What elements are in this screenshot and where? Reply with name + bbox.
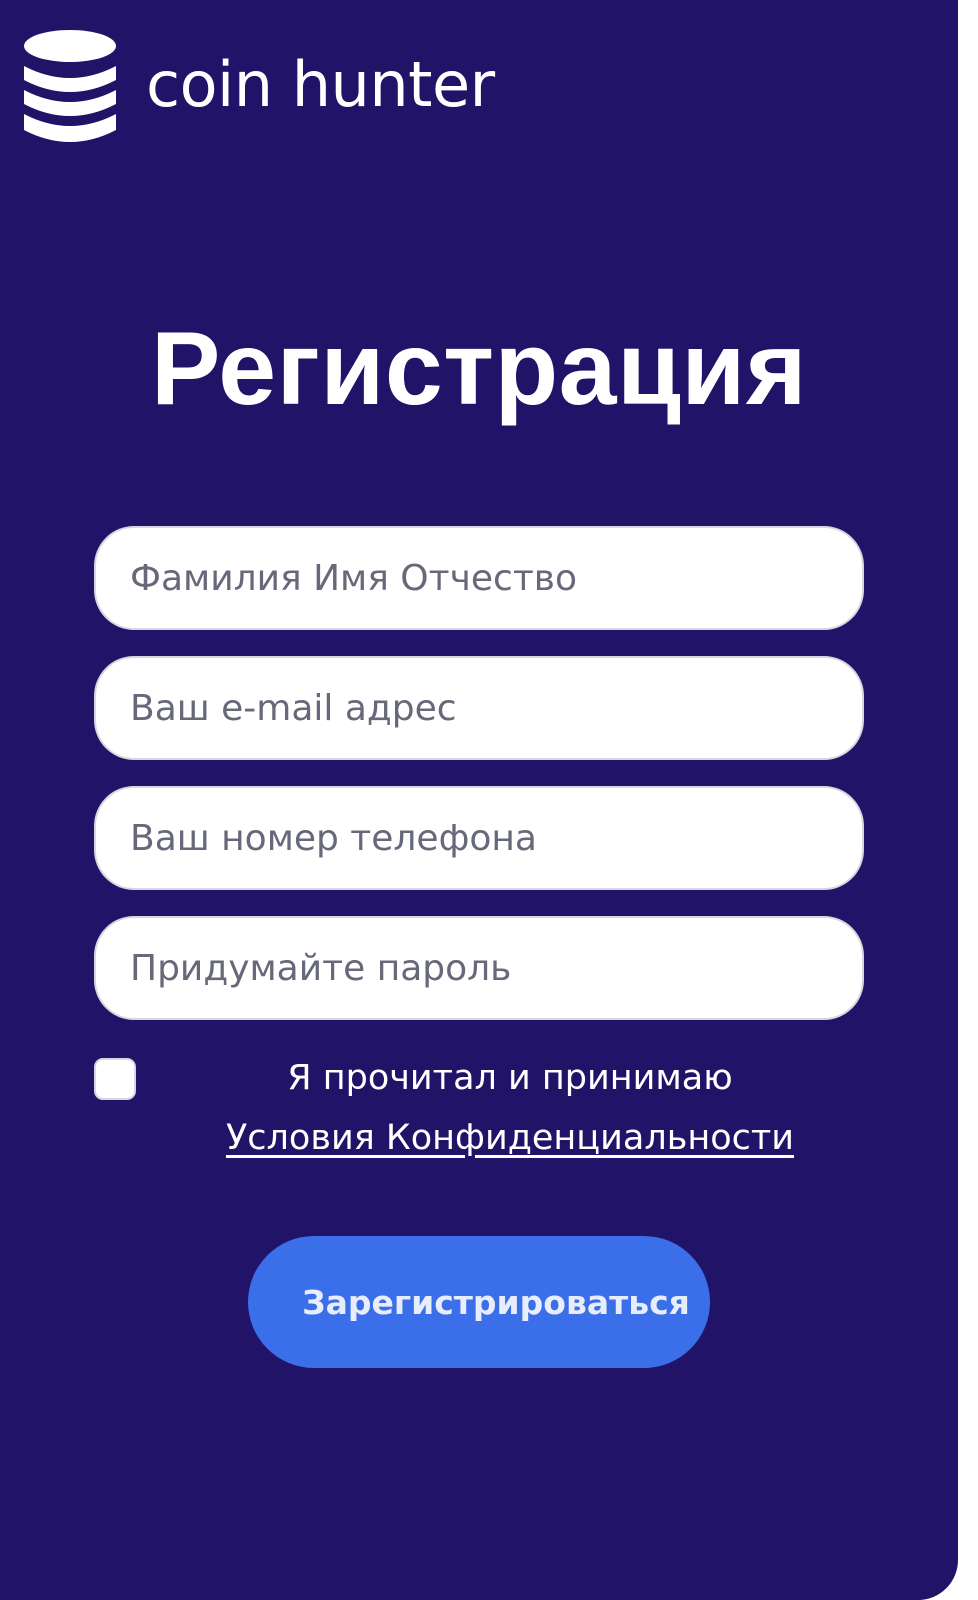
register-button[interactable]: Зарегистрироваться xyxy=(248,1236,710,1368)
full-name-input[interactable] xyxy=(94,526,864,630)
privacy-policy-link[interactable]: Условия Конфиденциальности xyxy=(120,1114,900,1162)
brand-name: coin hunter xyxy=(146,48,495,121)
email-input[interactable] xyxy=(94,656,864,760)
coin-stack-icon xyxy=(24,30,116,142)
page-title: Регистрация xyxy=(150,311,808,427)
phone-input[interactable] xyxy=(94,786,864,890)
password-input[interactable] xyxy=(94,916,864,1020)
agree-text: Я прочитал и принимаю xyxy=(287,1058,733,1098)
registration-screen: coin hunter Регистрация Я прочитал и при… xyxy=(0,0,958,1600)
agree-checkbox[interactable] xyxy=(94,1058,136,1100)
brand-logo: coin hunter xyxy=(22,26,495,156)
